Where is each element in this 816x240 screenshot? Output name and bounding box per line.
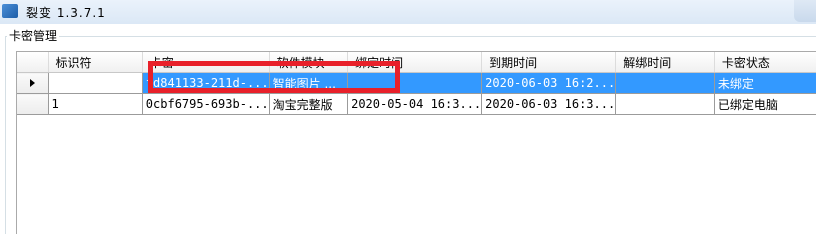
table-row[interactable]: fd841133-211d-... 智能图片 ... 2020-06-03 16… bbox=[17, 72, 816, 94]
column-header-module[interactable]: 软件模块 bbox=[269, 52, 349, 73]
cell-bind-time[interactable]: 2020-05-04 16:3... bbox=[347, 93, 483, 115]
close-icon[interactable] bbox=[794, 0, 816, 22]
cell-module[interactable]: 智能图片 ... bbox=[269, 72, 349, 94]
window-title: 裂变 1.3.7.1 bbox=[26, 6, 106, 20]
cell-bind-time[interactable] bbox=[347, 72, 483, 94]
header-row: 标识符 卡密 软件模块 绑定时间 到期时间 解绑时间 卡密状态 bbox=[17, 52, 816, 73]
cell-expire-time[interactable]: 2020-06-03 16:3... bbox=[481, 93, 617, 115]
row-header-corner bbox=[17, 52, 49, 73]
title-bar: 裂变 1.3.7.1 bbox=[0, 0, 816, 24]
cell-unbind-time[interactable] bbox=[615, 93, 715, 115]
column-header-bind-time[interactable]: 绑定时间 bbox=[347, 52, 483, 73]
column-header-expire-time[interactable]: 到期时间 bbox=[481, 52, 617, 73]
cell-status[interactable]: 未绑定 bbox=[714, 72, 816, 94]
cell-id[interactable]: 1 bbox=[48, 93, 143, 115]
column-header-id[interactable]: 标识符 bbox=[48, 52, 143, 73]
card-grid[interactable]: 标识符 卡密 软件模块 绑定时间 到期时间 解绑时间 卡密状态 fd841133… bbox=[16, 51, 816, 234]
app-icon bbox=[2, 4, 18, 18]
table-row[interactable]: 1 0cbf6795-693b-... 淘宝完整版 2020-05-04 16:… bbox=[17, 93, 816, 115]
cell-key[interactable]: 0cbf6795-693b-... bbox=[142, 93, 270, 115]
current-row-arrow-icon bbox=[29, 79, 35, 87]
cell-id[interactable] bbox=[48, 72, 143, 94]
column-header-key[interactable]: 卡密 bbox=[142, 52, 270, 73]
group-label: 卡密管理 bbox=[7, 27, 60, 44]
cell-expire-time[interactable]: 2020-06-03 16:2... bbox=[481, 72, 617, 94]
column-header-status[interactable]: 卡密状态 bbox=[714, 52, 816, 73]
cell-key[interactable]: fd841133-211d-... bbox=[142, 72, 270, 94]
column-header-unbind-time[interactable]: 解绑时间 bbox=[615, 52, 715, 73]
cell-status[interactable]: 已绑定电脑 bbox=[714, 93, 816, 115]
row-selector[interactable] bbox=[17, 93, 49, 115]
row-selector[interactable] bbox=[17, 72, 49, 94]
cell-module[interactable]: 淘宝完整版 bbox=[269, 93, 349, 115]
cell-unbind-time[interactable] bbox=[615, 72, 715, 94]
